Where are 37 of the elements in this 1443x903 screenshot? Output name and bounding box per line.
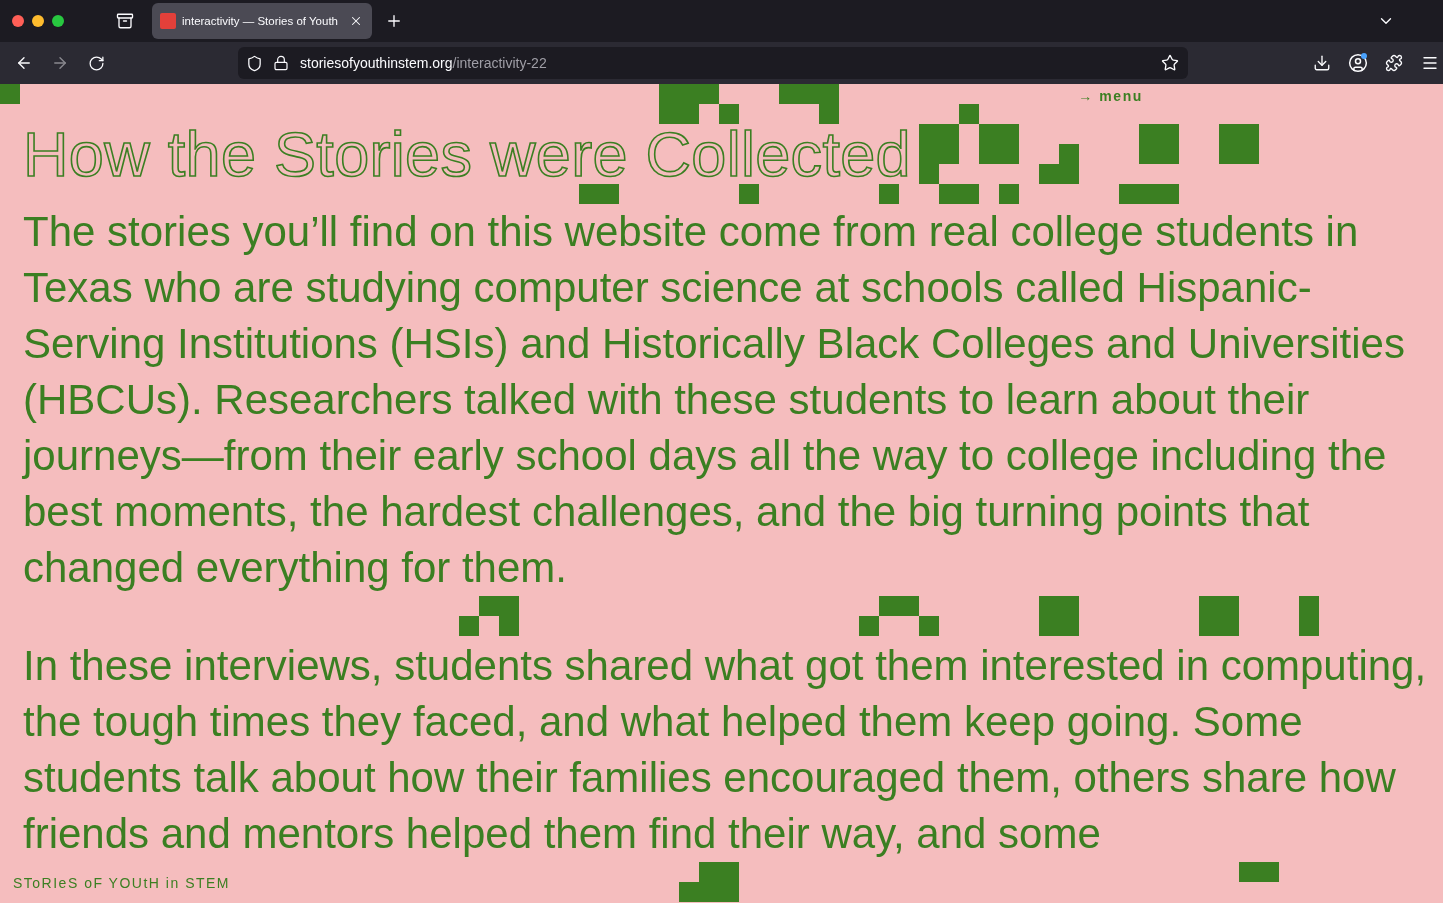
pixel-block	[1239, 862, 1279, 882]
pixel-block	[1199, 596, 1239, 636]
site-name: SToRIeS oF YOUtH in STEM	[13, 874, 230, 891]
body-paragraph: The stories you’ll find on this website come from real college students in Texas who are studying computer science at schools called Hispanic-Serving Institutions (HSIs) and Historically Black Colleges and Universities (HBCUs). Researchers talked with these students to learn about their journeys—from their early school days all the way to college including the best moments, the hardest challenges, and the big turning points that changed everything for them.	[23, 207, 1406, 593]
browser-tab[interactable]: interactivity — Stories of Youth	[152, 3, 372, 39]
plus-icon	[385, 12, 403, 30]
favicon-icon	[160, 13, 176, 29]
window-minimize-button[interactable]	[32, 15, 44, 27]
star-icon	[1161, 54, 1179, 72]
puzzle-icon	[1385, 54, 1403, 72]
address-bar[interactable]: storiesofyouthinstem.org/interactivity-22	[238, 47, 1188, 79]
tab-title: interactivity — Stories of Youth	[182, 15, 338, 27]
close-icon	[349, 14, 363, 28]
pixel-block	[1219, 124, 1259, 164]
pixel-block	[579, 184, 619, 204]
download-icon	[1313, 54, 1331, 72]
pixel-block	[739, 184, 759, 204]
arrow-right-icon	[51, 54, 69, 72]
window-close-button[interactable]	[12, 15, 24, 27]
pixel-block	[999, 184, 1019, 204]
reload-icon	[87, 54, 105, 72]
page-title: How the Stories were Collected	[23, 124, 911, 184]
shield-icon	[246, 54, 263, 72]
lock-icon	[273, 55, 289, 71]
pixel-block	[0, 84, 20, 104]
menu-icon	[1421, 54, 1439, 72]
window-zoom-button[interactable]	[52, 15, 64, 27]
url-text: storiesofyouthinstem.org/interactivity-22	[300, 55, 547, 71]
body-paragraph: In these interviews, students shared what got them interested in computing, the tough times they faced, and what helped them keep going. Some students talk about how their families encouraged them, others share how friends and mentors helped them find their way, and some	[23, 641, 1428, 859]
pixel-block	[1039, 596, 1079, 636]
box-icon	[116, 12, 134, 30]
pixel-block	[1139, 124, 1179, 164]
pixel-block	[879, 184, 899, 204]
pixel-block	[1119, 184, 1179, 204]
notification-dot-icon	[1361, 53, 1367, 59]
user-circle-icon	[1348, 53, 1368, 73]
pixel-block	[1299, 596, 1319, 636]
